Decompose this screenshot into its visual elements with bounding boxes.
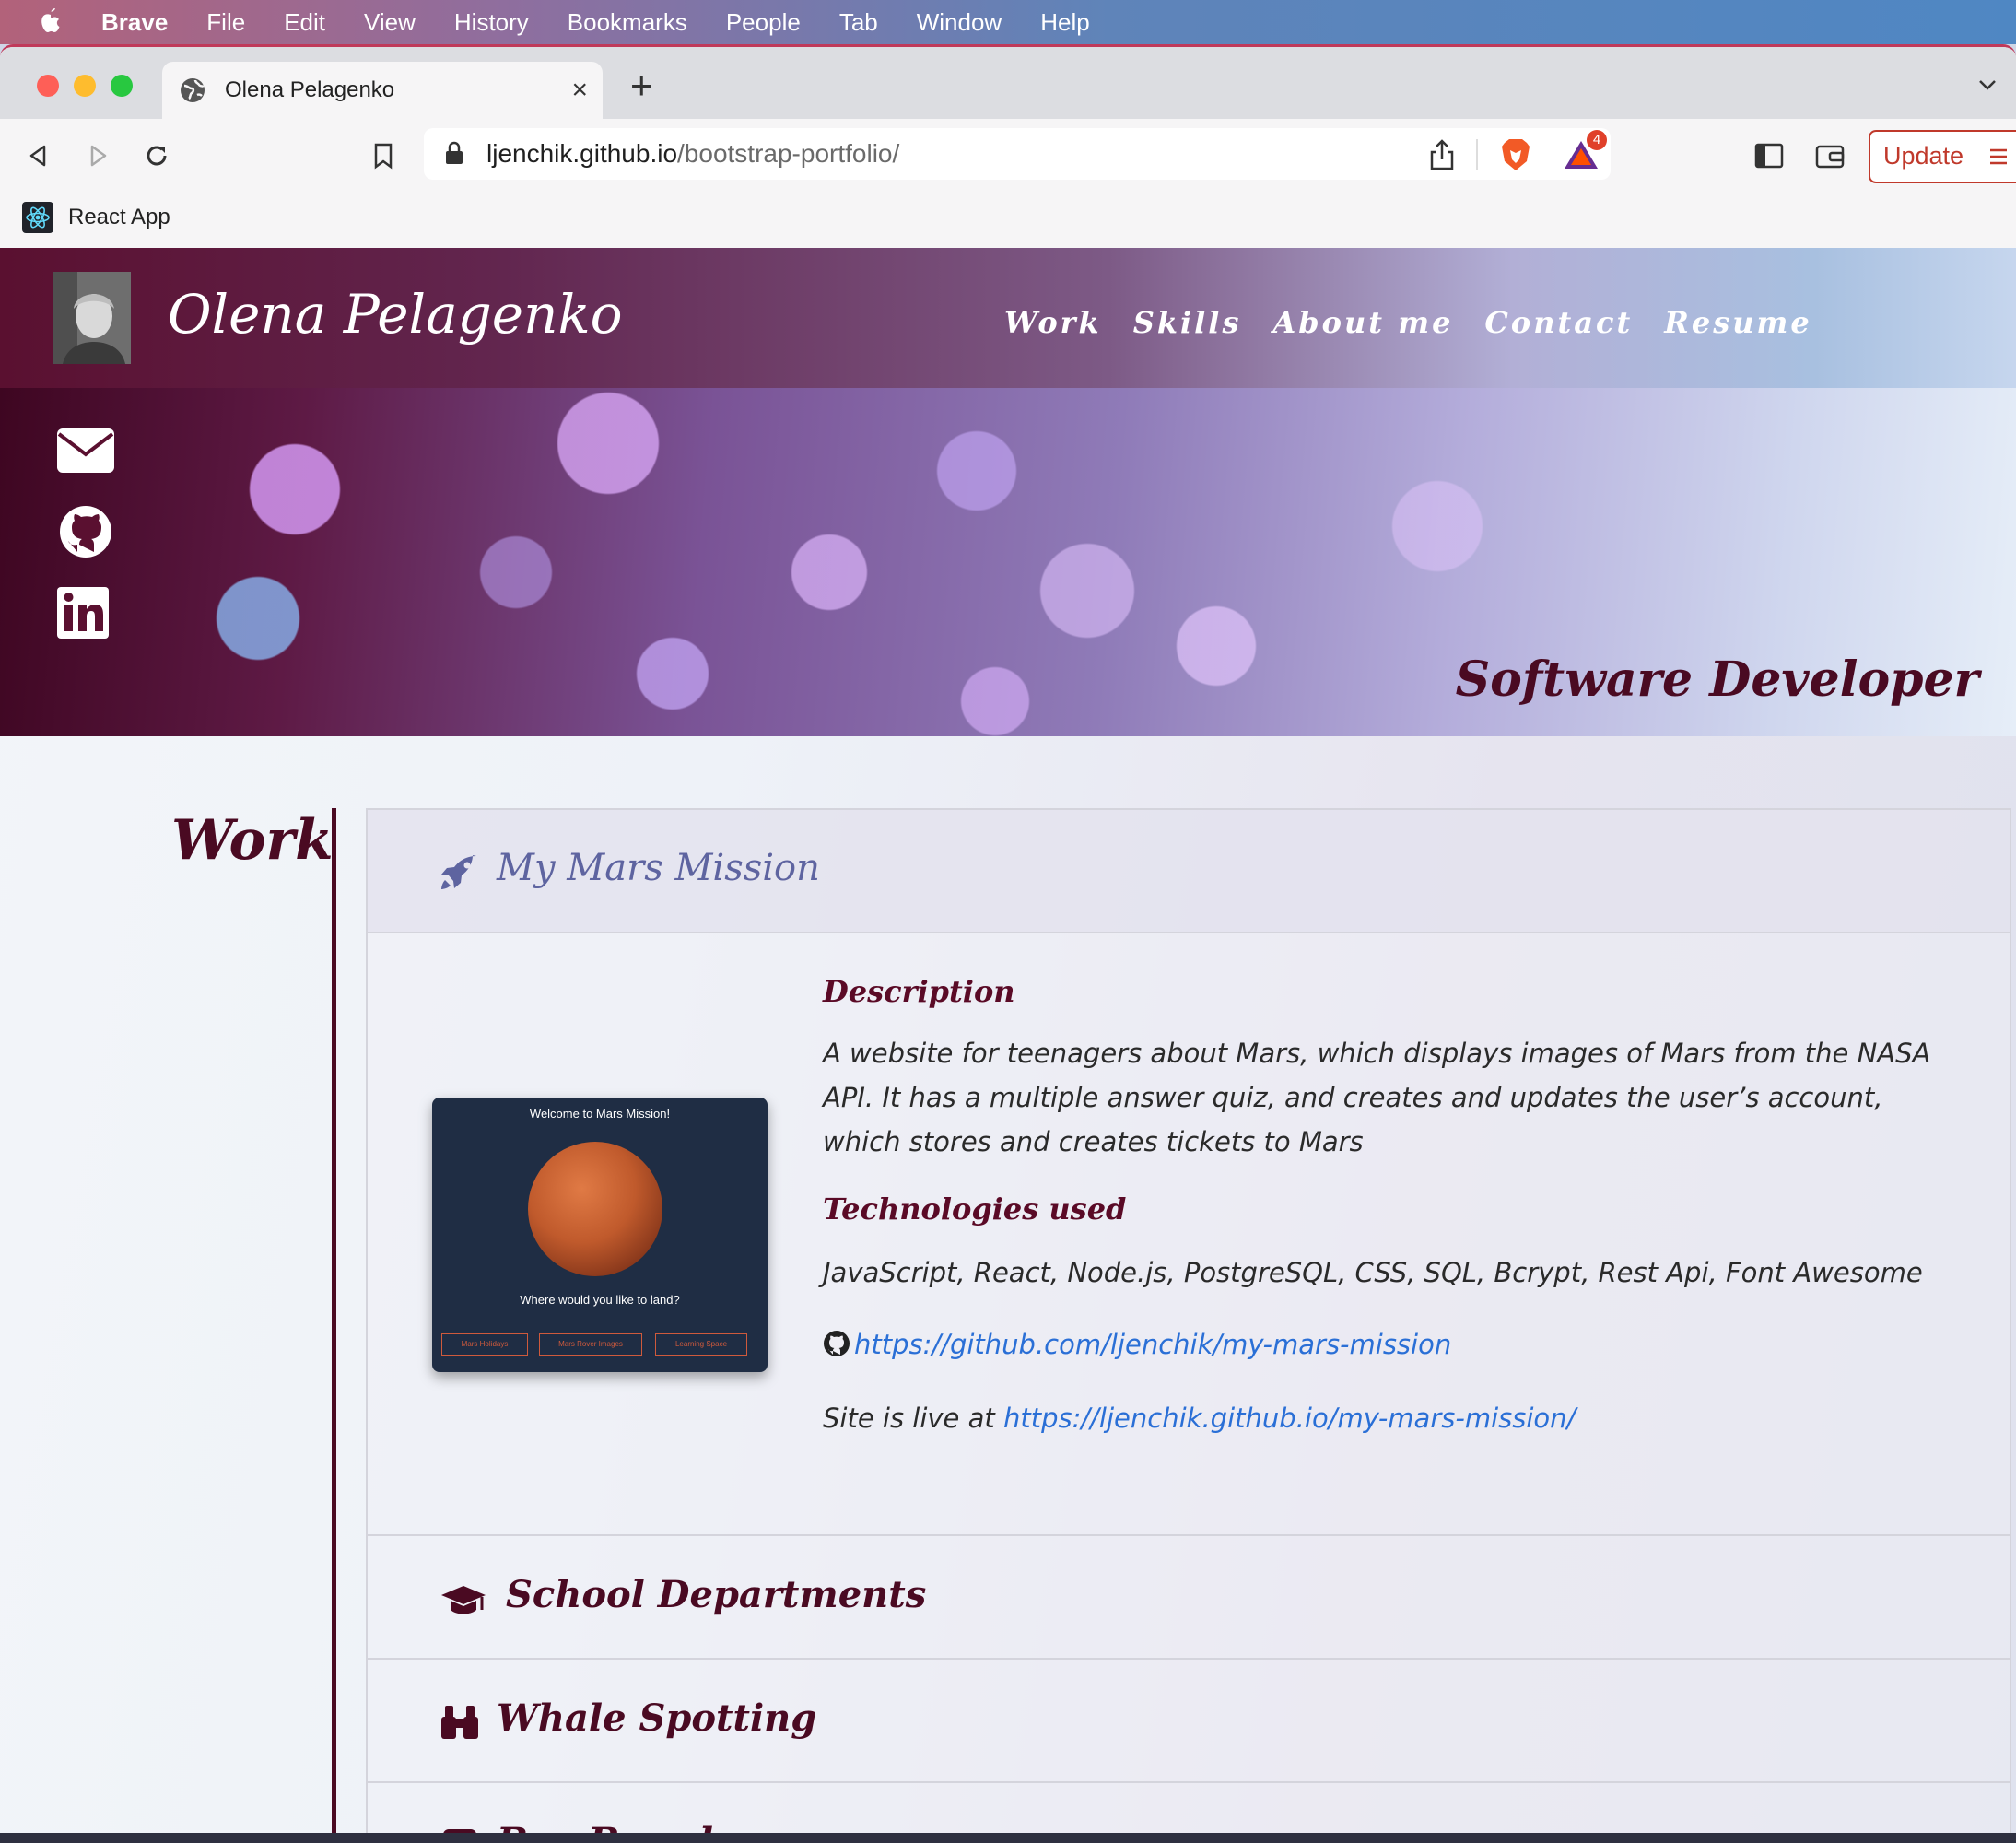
url-text[interactable]: ljenchik.github.io/bootstrap-portfolio/ [486,139,899,169]
page-viewport: Olena Pelagenko Work Skills About me Con… [0,248,2016,1837]
lock-icon [446,141,463,164]
address-bar[interactable]: ljenchik.github.io/bootstrap-portfolio/ … [424,128,1611,180]
menu-history[interactable]: History [454,8,529,37]
bookmarks-bar: React App [0,193,2016,248]
menu-people[interactable]: People [726,8,801,37]
nav-resume[interactable]: Resume [1664,305,1811,340]
technologies-heading: Technologies used [823,1191,1127,1227]
github-icon[interactable] [55,504,116,559]
accordion-header-school-departments[interactable]: School Departments [368,1536,2010,1660]
binoculars-icon [441,1706,478,1739]
github-repo-link[interactable]: https://github.com/ljenchik/my-mars-miss… [854,1329,1451,1360]
nav-about-me[interactable]: About me [1272,305,1453,340]
update-label: Update [1883,142,1964,170]
linkedin-icon[interactable] [55,585,116,640]
tab-title: Olena Pelagenko [225,77,395,102]
github-small-icon [824,1331,850,1356]
bookmark-label: React App [68,205,170,229]
screenshot-question: Where would you like to land? [520,1293,680,1307]
address-bar-divider [1476,139,1478,170]
github-link-row: https://github.com/ljenchik/my-mars-miss… [823,1322,1956,1367]
projects-accordion: My Mars Mission Welcome to Mars Mission!… [366,808,2011,1837]
project-title-school-departments: School Departments [506,1573,927,1616]
react-icon [22,202,53,233]
section-divider [332,808,336,1837]
globe-icon [181,78,205,102]
menu-app-brave[interactable]: Brave [101,8,168,37]
nav-skills[interactable]: Skills [1133,305,1242,340]
tab-strip: Olena Pelagenko × + [0,47,2016,119]
accordion-header-my-mars-mission[interactable]: My Mars Mission [368,810,2010,933]
description-heading: Description [823,974,1015,1009]
project-description: Description A website for teenagers abou… [823,974,1956,1440]
nav-contact[interactable]: Contact [1484,305,1633,340]
project-title-whale-spotting: Whale Spotting [497,1696,817,1740]
site-brand[interactable]: Olena Pelagenko [168,283,623,346]
live-site-prefix: Site is live at [823,1403,1003,1434]
browser-window: Olena Pelagenko × + ljenchik.github.io/b… [0,44,2016,1837]
back-icon[interactable] [22,139,55,172]
chevron-down-icon[interactable] [1977,75,1998,95]
site-nav: Work Skills About me Contact Resume [1004,305,1844,340]
screenshot-button-learning-space: Learning Space [655,1333,747,1356]
menu-tab[interactable]: Tab [839,8,878,37]
mars-planet-image [528,1142,662,1276]
macos-menu-bar: Brave File Edit View History Bookmarks P… [0,0,2016,44]
description-text: A website for teenagers about Mars, whic… [823,1038,1931,1157]
site-navbar: Olena Pelagenko Work Skills About me Con… [0,248,2016,388]
project-screenshot[interactable]: Welcome to Mars Mission! Where would you… [432,1098,768,1372]
screenshot-button-rover-images: Mars Rover Images [539,1333,642,1356]
live-site-row: Site is live at https://ljenchik.github.… [823,1396,1956,1440]
desktop-edge [0,1833,2016,1843]
sidebar-toggle-icon[interactable] [1752,139,1786,172]
reload-icon[interactable] [140,139,173,172]
accordion-body-my-mars-mission: Welcome to Mars Mission! Where would you… [368,933,2010,1536]
rewards-count-badge: 4 [1587,130,1607,150]
tab-olena-pelagenko[interactable]: Olena Pelagenko × [162,62,603,119]
wallet-icon[interactable] [1813,139,1846,172]
bookmark-react-app[interactable]: React App [22,202,170,233]
forward-icon[interactable] [81,139,114,172]
close-window-button[interactable] [37,75,59,97]
brave-shields-icon[interactable] [1500,137,1531,172]
rocket-icon [441,855,476,889]
accordion-header-whale-spotting[interactable]: Whale Spotting [368,1660,2010,1783]
tab-close-icon[interactable]: × [571,75,588,106]
menu-edit[interactable]: Edit [284,8,325,37]
update-button[interactable]: Update [1869,130,2016,183]
menu-icon [1990,148,2007,165]
menu-view[interactable]: View [364,8,416,37]
hero-tagline: Software Developer [1455,652,1979,708]
menu-help[interactable]: Help [1040,8,1089,37]
envelope-icon[interactable] [55,423,116,478]
new-tab-button[interactable]: + [630,64,653,108]
accordion-header-bus-board[interactable]: Bus Board [368,1783,2010,1837]
menu-bookmarks[interactable]: Bookmarks [568,8,687,37]
screenshot-title: Welcome to Mars Mission! [529,1107,671,1121]
section-title-work: Work [171,808,334,873]
project-title: My Mars Mission [497,847,820,889]
menu-file[interactable]: File [206,8,245,37]
minimize-window-button[interactable] [74,75,96,97]
screenshot-button-mars-holidays: Mars Holidays [441,1333,528,1356]
browser-toolbar: ljenchik.github.io/bootstrap-portfolio/ … [0,119,2016,193]
bookmark-icon[interactable] [367,139,400,172]
apple-icon[interactable] [37,6,64,38]
live-site-link[interactable]: https://ljenchik.github.io/my-mars-missi… [1003,1403,1576,1434]
menu-window[interactable]: Window [917,8,1002,37]
nav-work[interactable]: Work [1004,305,1102,340]
share-icon[interactable] [1428,139,1456,170]
technologies-text: JavaScript, React, Node.js, PostgreSQL, … [823,1257,1923,1288]
graduation-cap-icon [441,1586,486,1614]
zoom-window-button[interactable] [111,75,133,97]
hero-banner: Software Developer [0,388,2016,736]
avatar [53,272,131,364]
